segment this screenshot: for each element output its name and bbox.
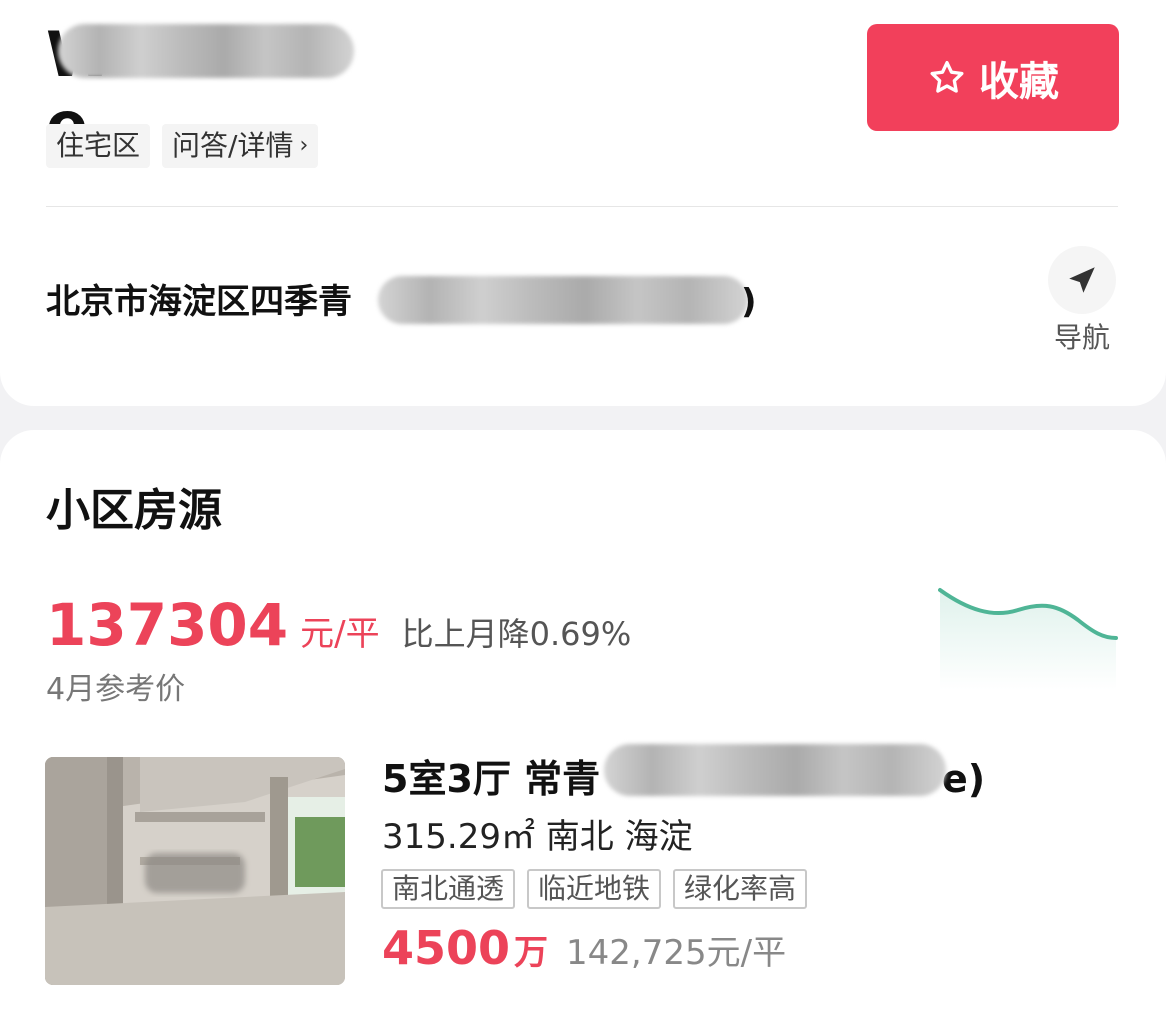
- listing-unit-price: 142,725元/平: [566, 933, 787, 973]
- listing-photo[interactable]: [45, 757, 345, 985]
- section-title: 小区房源: [46, 485, 222, 536]
- listing-title-prefix: 5室3厅 常青: [382, 757, 601, 801]
- chevron-right-icon: ›: [299, 133, 309, 158]
- listing-tags: 南北通透 临近地铁 绿化率高: [381, 869, 808, 909]
- community-address: 北京市海淀区四季青: [46, 275, 352, 329]
- listing-tag: 南北通透: [381, 869, 516, 909]
- navigation-arrow-icon: [1069, 267, 1095, 293]
- address-text: 北京市海淀区四季青: [46, 282, 352, 322]
- qa-details-link[interactable]: 问答/详情 ›: [162, 124, 319, 168]
- reference-price-value: 137304: [46, 591, 289, 659]
- price-trend-sparkline[interactable]: [938, 580, 1118, 690]
- redacted-address-blur: [378, 276, 748, 324]
- community-title: W e: [46, 20, 376, 160]
- tag-residential: 住宅区: [46, 124, 151, 168]
- reference-month-label: 4月参考价: [46, 672, 186, 707]
- redacted-listing-title-blur: [604, 744, 946, 796]
- navigation-label: 导航: [1053, 321, 1110, 354]
- listing-total-unit: 万: [514, 933, 549, 973]
- favorite-label: 收藏: [979, 58, 1059, 105]
- reference-price-unit: 元/平: [300, 614, 380, 654]
- listing-total-price: 4500: [382, 921, 511, 975]
- listing-photo-image: [45, 757, 345, 985]
- favorite-button[interactable]: 收藏: [867, 24, 1119, 131]
- community-tags: 住宅区 问答/详情 ›: [46, 124, 319, 168]
- redacted-title-blur: [58, 24, 354, 78]
- listing-price-row: 4500 万 142,725元/平: [382, 918, 786, 978]
- star-icon: [930, 60, 964, 93]
- address-paren: ): [741, 282, 757, 322]
- reference-price-row: 137304 元/平 比上月降0.69%: [46, 592, 631, 658]
- price-change-text: 比上月降0.69%: [401, 615, 632, 653]
- divider: [46, 206, 1118, 207]
- listing-title-suffix: e): [942, 757, 986, 801]
- community-header-card: W e 住宅区 问答/详情 › 收藏 北京市海淀区四季青 ) 导航: [0, 0, 1166, 406]
- navigation-button[interactable]: 导航: [1046, 246, 1118, 358]
- listing-title[interactable]: 5室3厅 常青 e): [382, 752, 985, 806]
- listing-tag: 绿化率高: [673, 869, 808, 909]
- nav-icon-circle: [1048, 246, 1116, 314]
- listing-tag: 临近地铁: [527, 869, 662, 909]
- tag-residential-label: 住宅区: [56, 129, 141, 162]
- listing-meta: 315.29㎡ 南北 海淀: [382, 817, 693, 857]
- qa-details-label: 问答/详情: [172, 129, 294, 162]
